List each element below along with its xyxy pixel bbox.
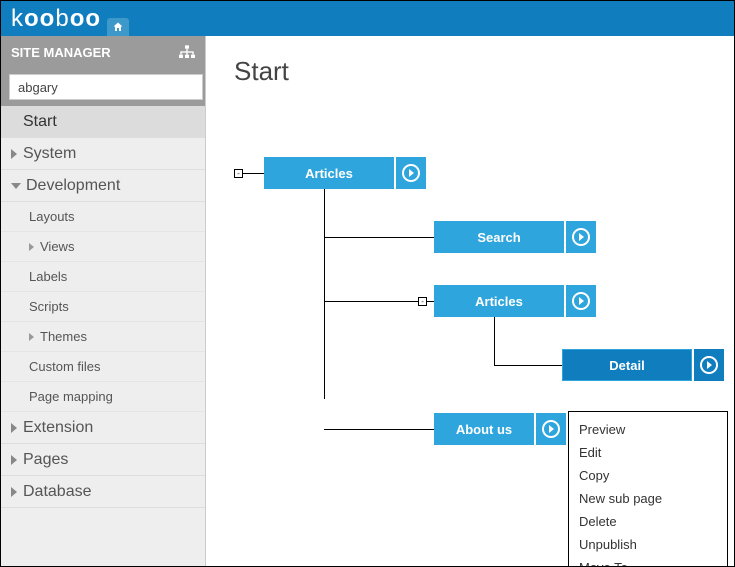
- tree-connector: [324, 237, 434, 238]
- caret-icon: [11, 487, 17, 497]
- nav-extension[interactable]: Extension: [1, 412, 205, 444]
- site-selector-row: +: [1, 68, 205, 106]
- sitemap-icon[interactable]: [179, 45, 195, 59]
- tree-node-detail[interactable]: Detail: [562, 349, 724, 381]
- nav-pages[interactable]: Pages: [1, 444, 205, 476]
- tree-node-action[interactable]: [536, 413, 566, 445]
- context-menu-new-sub-page[interactable]: New sub page: [569, 487, 727, 510]
- nav-system[interactable]: System: [1, 138, 205, 170]
- caret-icon: [29, 243, 34, 251]
- sitemap-tree: - Articles Search - Articles: [234, 127, 706, 547]
- subnav-page-mapping[interactable]: Page mapping: [1, 382, 205, 412]
- app-logo: kooboo: [11, 5, 101, 33]
- content-area: Start - Articles Search - Arti: [206, 36, 734, 566]
- tree-connector: [243, 173, 264, 174]
- caret-icon: [29, 333, 34, 341]
- site-input[interactable]: [9, 74, 203, 100]
- sidebar-nav: Start System Development Layouts Views L…: [1, 106, 205, 508]
- nav-development[interactable]: Development: [1, 170, 205, 202]
- tree-expander-articles[interactable]: -: [418, 297, 427, 306]
- tree-node-label: Search: [434, 221, 564, 253]
- caret-icon: [11, 423, 17, 433]
- nav-label: Pages: [23, 451, 68, 469]
- tree-node-search[interactable]: Search: [434, 221, 596, 253]
- subnav-custom-files[interactable]: Custom files: [1, 352, 205, 382]
- tree-node-label: Detail: [562, 349, 692, 381]
- tree-connector: [427, 301, 434, 302]
- tree-node-action[interactable]: [566, 221, 596, 253]
- caret-icon: [11, 149, 17, 159]
- tree-node-articles-root[interactable]: Articles: [264, 157, 426, 189]
- subnav-scripts[interactable]: Scripts: [1, 292, 205, 322]
- tree-connector: [494, 317, 495, 365]
- sidebar-title: SITE MANAGER: [11, 45, 111, 60]
- subnav-layouts[interactable]: Layouts: [1, 202, 205, 232]
- nav-label: System: [23, 145, 76, 163]
- page-title: Start: [234, 56, 706, 87]
- caret-down-icon: [11, 183, 21, 189]
- nav-label: Database: [23, 483, 92, 501]
- sidebar-header: SITE MANAGER: [1, 36, 205, 68]
- home-tab[interactable]: [107, 18, 129, 36]
- context-menu-move-to[interactable]: Move To: [569, 556, 727, 566]
- tree-node-label: Articles: [434, 285, 564, 317]
- nav-label: Extension: [23, 419, 93, 437]
- arrow-right-icon: [572, 228, 590, 246]
- nav-database[interactable]: Database: [1, 476, 205, 508]
- arrow-right-icon: [542, 420, 560, 438]
- nav-label: Start: [23, 113, 57, 131]
- context-menu-unpublish[interactable]: Unpublish: [569, 533, 727, 556]
- context-menu-preview[interactable]: Preview: [569, 418, 727, 441]
- tree-expander-root[interactable]: -: [234, 169, 243, 178]
- tree-node-label: About us: [434, 413, 534, 445]
- tree-node-about-us[interactable]: About us: [434, 413, 566, 445]
- context-menu-edit[interactable]: Edit: [569, 441, 727, 464]
- subnav-labels[interactable]: Labels: [1, 262, 205, 292]
- tree-node-action[interactable]: [566, 285, 596, 317]
- subnav-views[interactable]: Views: [1, 232, 205, 262]
- nav-development-children: Layouts Views Labels Scripts Themes Cust…: [1, 202, 205, 412]
- subnav-themes[interactable]: Themes: [1, 322, 205, 352]
- nav-start[interactable]: Start: [1, 106, 205, 138]
- tree-node-articles-child[interactable]: Articles: [434, 285, 596, 317]
- tree-connector: [324, 189, 325, 399]
- context-menu-delete[interactable]: Delete: [569, 510, 727, 533]
- tree-node-action[interactable]: [396, 157, 426, 189]
- context-menu-copy[interactable]: Copy: [569, 464, 727, 487]
- nav-label: Development: [26, 177, 120, 195]
- tree-connector: [494, 365, 562, 366]
- arrow-right-icon: [572, 292, 590, 310]
- tree-connector: [324, 429, 434, 430]
- arrow-right-icon: [700, 356, 718, 374]
- tree-node-action[interactable]: [694, 349, 724, 381]
- home-icon: [112, 21, 124, 33]
- context-menu: Preview Edit Copy New sub page Delete Un…: [568, 411, 728, 566]
- tree-connector: [324, 301, 418, 302]
- arrow-right-icon: [402, 164, 420, 182]
- caret-icon: [11, 455, 17, 465]
- tree-node-label: Articles: [264, 157, 394, 189]
- sidebar: SITE MANAGER + Start System Deve: [1, 36, 206, 566]
- app-header: kooboo: [1, 1, 734, 36]
